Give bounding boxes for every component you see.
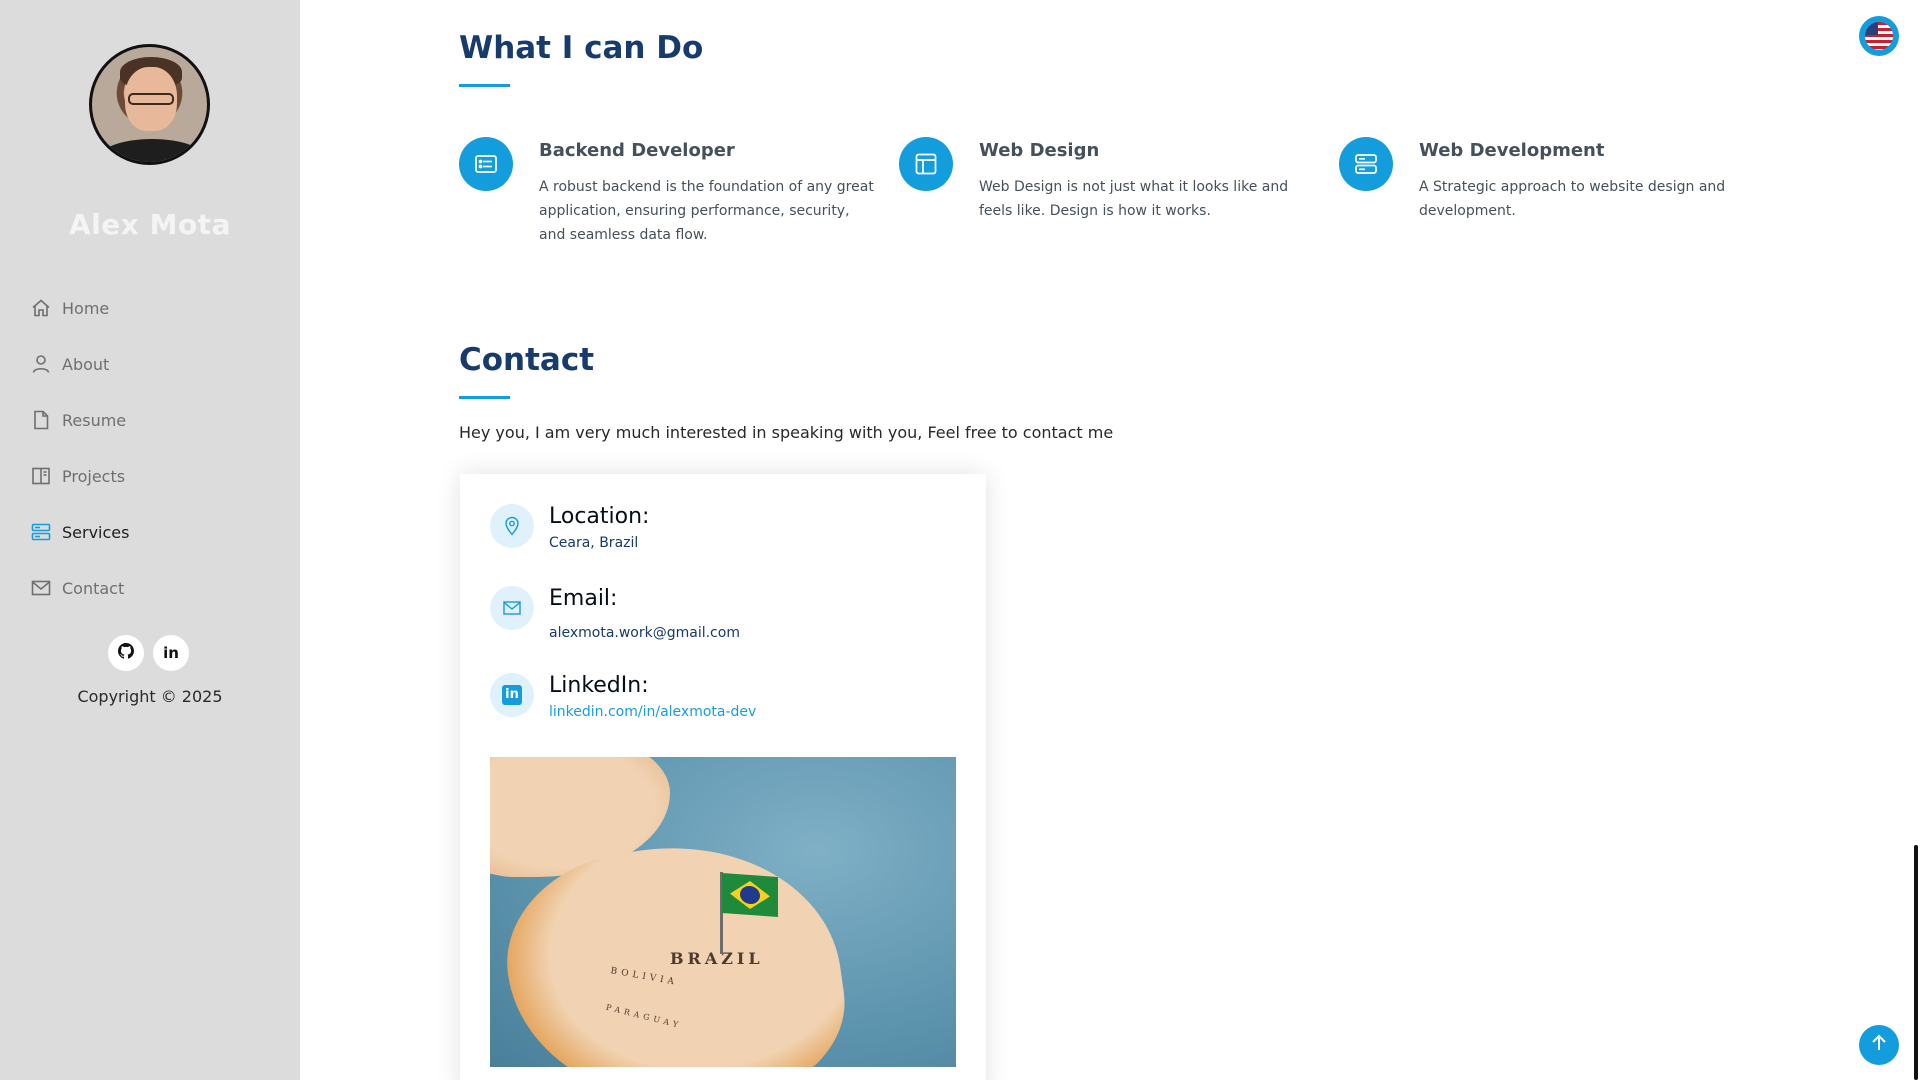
linkedin-button[interactable]: in [153,635,189,671]
contact-intro: Hey you, I am very much interested in sp… [459,423,1114,442]
service-title[interactable]: Web Design [979,140,1319,161]
linkedin-glyph: in [502,685,522,705]
service-title[interactable]: Web Development [1419,140,1759,161]
location-info: Location: Ceara, Brazil [490,504,649,551]
contact-title-underline [459,396,510,399]
layout-icon [899,137,953,191]
map-image: BRAZIL BOLIVIA PARAGUAY [490,757,956,1067]
service-title[interactable]: Backend Developer [539,140,879,161]
location-value: Ceara, Brazil [549,535,639,551]
server-icon [1339,137,1393,191]
card-list-icon [459,137,513,191]
sidebar-item-contact[interactable]: Contact [30,560,129,616]
us-flag-icon [1865,22,1893,50]
linkedin-icon: in [490,673,534,717]
service-item: Backend Developer A robust backend is th… [459,137,879,247]
linkedin-info: in LinkedIn: linkedin.com/in/alexmota-de… [490,673,756,720]
home-icon [30,297,52,319]
sidebar-item-about[interactable]: About [30,336,129,392]
map-label-brazil: BRAZIL [670,949,764,968]
language-switch-button[interactable] [1859,16,1899,56]
avatar-shirt [98,139,206,162]
service-description: Web Design is not just what it looks lik… [979,179,1289,219]
sidebar-item-resume[interactable]: Resume [30,392,129,448]
linkedin-icon: in [163,644,179,662]
sidebar-item-projects[interactable]: Projects [30,448,129,504]
sidebar-item-label: Services [62,522,130,542]
avatar [89,44,210,165]
linkedin-link[interactable]: linkedin.com/in/alexmota-dev [549,704,756,720]
contact-info-card: Location: Ceara, Brazil Email: alexmota.… [460,474,986,1080]
envelope-icon [490,586,534,630]
email-value[interactable]: alexmota.work@gmail.com [549,625,740,641]
scrollbar-thumb[interactable] [1914,845,1918,1080]
service-item: Web Design Web Design is not just what i… [899,137,1319,223]
copyright: Copyright © 2025 [77,687,223,706]
avatar-glasses [128,93,174,105]
person-icon [30,353,52,375]
file-icon [30,409,52,431]
sidebar-item-label: Home [62,298,110,318]
service-item: Web Development A Strategic approach to … [1339,137,1759,223]
linkedin-label: LinkedIn: [549,673,649,698]
github-button[interactable] [108,635,144,671]
service-description: A Strategic approach to website design a… [1419,179,1726,219]
back-to-top-button[interactable] [1859,1025,1899,1065]
contact-title: Contact [459,342,595,378]
email-info: Email: alexmota.work@gmail.com [490,586,740,641]
sidebar-item-home[interactable]: Home [30,280,129,336]
sidebar-item-label: Projects [62,466,126,486]
book-icon [30,465,52,487]
sidebar: Alex Mota Home About Resume Projects Ser… [0,0,300,1080]
services-title: What I can Do [459,30,704,66]
envelope-icon [30,577,52,599]
location-pin-icon [490,504,534,548]
service-description: A robust backend is the foundation of an… [539,179,874,243]
sidebar-item-label: About [62,354,110,374]
arrow-up-icon [1870,1034,1888,1056]
email-label: Email: [549,586,618,611]
sidebar-item-label: Contact [62,578,125,598]
profile-name[interactable]: Alex Mota [0,208,300,241]
sidebar-item-label: Resume [62,410,127,430]
social-links: in [108,635,189,671]
brazil-flag-icon [722,873,778,917]
github-icon [118,643,134,663]
server-icon [30,521,52,543]
sidebar-item-services[interactable]: Services [30,504,129,560]
sidebar-nav: Home About Resume Projects Services Cont… [30,280,129,616]
location-label: Location: [549,504,650,529]
services-title-underline [459,84,510,87]
